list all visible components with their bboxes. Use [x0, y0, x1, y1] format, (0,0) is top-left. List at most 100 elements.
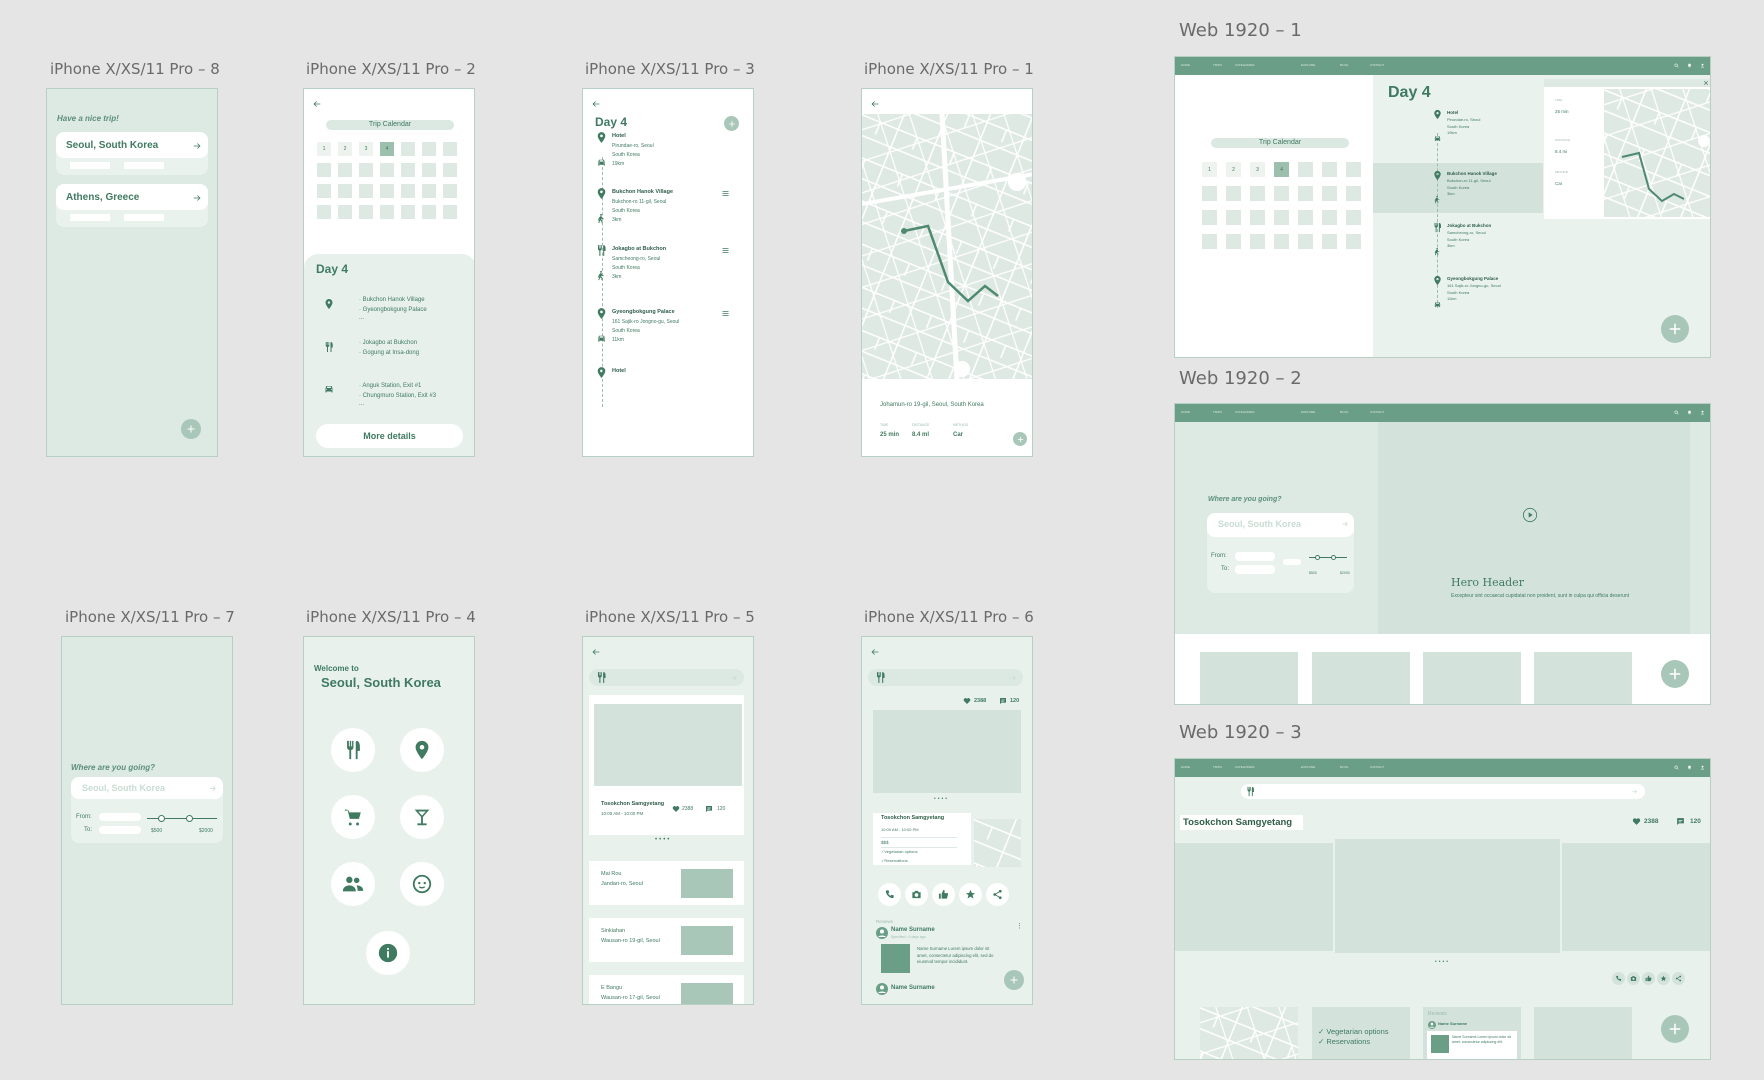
from-date-input[interactable]: [1235, 552, 1275, 561]
category-info[interactable]: [366, 931, 410, 975]
calendar-day[interactable]: [380, 184, 394, 198]
calendar-day[interactable]: [1250, 186, 1265, 201]
user-icon[interactable]: [1700, 765, 1705, 770]
trip-card-1[interactable]: Seoul, South Korea: [56, 132, 208, 175]
nav-item-explore[interactable]: EXPLORE: [1301, 765, 1315, 769]
nav-item-trips[interactable]: TRIPS: [1213, 410, 1222, 414]
back-arrow-icon[interactable]: [870, 647, 880, 657]
nav-item-trips[interactable]: TRIPS: [1213, 765, 1222, 769]
calendar-day[interactable]: [401, 205, 415, 219]
calendar-day[interactable]: [422, 142, 436, 156]
calendar-day[interactable]: [1226, 186, 1241, 201]
comment-icon[interactable]: [1676, 817, 1685, 826]
close-icon[interactable]: [1703, 80, 1709, 86]
calendar-day[interactable]: [1202, 210, 1217, 225]
calendar-day[interactable]: [1346, 210, 1361, 225]
nav-item-trips[interactable]: TRIPS: [1213, 63, 1222, 67]
search-icon[interactable]: [1674, 410, 1679, 415]
category-food[interactable]: [331, 728, 375, 772]
add-stop-button[interactable]: [724, 116, 739, 131]
restaurant-thumbnail[interactable]: [681, 926, 733, 955]
heart-icon[interactable]: [672, 805, 680, 813]
calendar-day[interactable]: [338, 163, 352, 177]
add-button[interactable]: [1661, 1015, 1689, 1043]
bell-icon[interactable]: [1687, 765, 1692, 770]
phone-button[interactable]: [1612, 972, 1625, 985]
mini-map[interactable]: [1200, 1007, 1298, 1060]
calendar-day[interactable]: [338, 205, 352, 219]
gallery-image[interactable]: [1175, 843, 1333, 951]
gallery-image[interactable]: [1562, 843, 1710, 951]
category-search-bar[interactable]: [1241, 784, 1645, 799]
back-arrow-icon[interactable]: [591, 99, 601, 109]
calendar-day[interactable]: [443, 205, 457, 219]
category-bars[interactable]: [400, 795, 444, 839]
carousel-dots[interactable]: ••••: [1435, 959, 1450, 965]
price-slider-max-handle[interactable]: [1331, 555, 1336, 560]
calendar-day[interactable]: [422, 163, 436, 177]
nav-item-home[interactable]: HOME: [1181, 410, 1190, 414]
add-trip-button[interactable]: [181, 419, 201, 439]
nav-item-contact[interactable]: CONTACT: [1370, 63, 1384, 67]
review-photo[interactable]: [1431, 1035, 1449, 1053]
calendar-day[interactable]: 4: [1274, 162, 1289, 177]
calendar-day[interactable]: [1298, 234, 1313, 249]
calendar-day[interactable]: [338, 184, 352, 198]
calendar-day[interactable]: [401, 163, 415, 177]
category-places[interactable]: [400, 728, 444, 772]
price-slider-min-handle[interactable]: [1315, 555, 1320, 560]
calendar-day[interactable]: [317, 184, 331, 198]
list-item[interactable]: Sinkiahan Wausan-ro 19-gil, Seoul: [589, 918, 744, 962]
calendar-day[interactable]: [1322, 186, 1337, 201]
calendar-day[interactable]: [1202, 234, 1217, 249]
calendar-day[interactable]: [317, 205, 331, 219]
to-date-input[interactable]: [1235, 565, 1275, 574]
nav-item-blog[interactable]: BLOG: [1340, 63, 1348, 67]
restaurant-photo[interactable]: [594, 704, 742, 786]
route-map[interactable]: [862, 114, 1033, 379]
calendar-day[interactable]: [1298, 210, 1313, 225]
calendar-day[interactable]: [443, 142, 457, 156]
search-icon[interactable]: [1674, 63, 1679, 68]
calendar-day[interactable]: 3: [359, 142, 373, 156]
nav-item-blog[interactable]: BLOG: [1340, 410, 1348, 414]
search-icon[interactable]: [1674, 765, 1679, 770]
carousel-dots[interactable]: ••••: [934, 796, 949, 802]
calendar-day[interactable]: 2: [1226, 162, 1241, 177]
feature-card[interactable]: [1312, 652, 1410, 704]
share-button[interactable]: [1672, 972, 1685, 985]
route-map[interactable]: [1604, 89, 1711, 217]
phone-button[interactable]: [878, 883, 901, 906]
calendar-day[interactable]: 1: [1202, 162, 1217, 177]
calendar-day[interactable]: [443, 184, 457, 198]
calendar-day[interactable]: [1274, 234, 1289, 249]
calendar-day[interactable]: [1274, 186, 1289, 201]
back-arrow-icon[interactable]: [870, 99, 880, 109]
back-arrow-icon[interactable]: [591, 647, 601, 657]
bell-icon[interactable]: [1687, 410, 1692, 415]
restaurant-thumbnail[interactable]: [681, 983, 733, 1004]
nav-item-explore[interactable]: EXPLORE: [1301, 63, 1315, 67]
category-people[interactable]: [331, 862, 375, 906]
restaurant-thumbnail[interactable]: [681, 869, 733, 898]
calendar-day[interactable]: [359, 184, 373, 198]
calendar-day[interactable]: 2: [338, 142, 352, 156]
nav-item-contact[interactable]: CONTACT: [1370, 410, 1384, 414]
nav-item-categories[interactable]: CATEGORIES: [1235, 63, 1254, 67]
trip-card-2[interactable]: Athens, Greece: [56, 184, 208, 227]
list-item[interactable]: E Bangu Wausan-ro 17-gil, Seoul: [589, 975, 744, 1004]
calendar-day[interactable]: 4: [380, 142, 394, 156]
calendar-day[interactable]: [1298, 162, 1313, 177]
category-shopping[interactable]: [331, 795, 375, 839]
user-icon[interactable]: [1700, 410, 1705, 415]
to-date-input[interactable]: [99, 826, 141, 834]
price-slider-min-handle[interactable]: [158, 815, 165, 822]
comment-icon[interactable]: [705, 805, 713, 813]
feature-card[interactable]: [1200, 652, 1298, 704]
thumbs-up-button[interactable]: [932, 883, 955, 906]
more-options-icon[interactable]: ⋮: [1016, 923, 1023, 931]
nav-item-home[interactable]: HOME: [1181, 765, 1190, 769]
calendar-day[interactable]: [443, 163, 457, 177]
calendar-day[interactable]: [1346, 186, 1361, 201]
calendar-day[interactable]: [401, 142, 415, 156]
